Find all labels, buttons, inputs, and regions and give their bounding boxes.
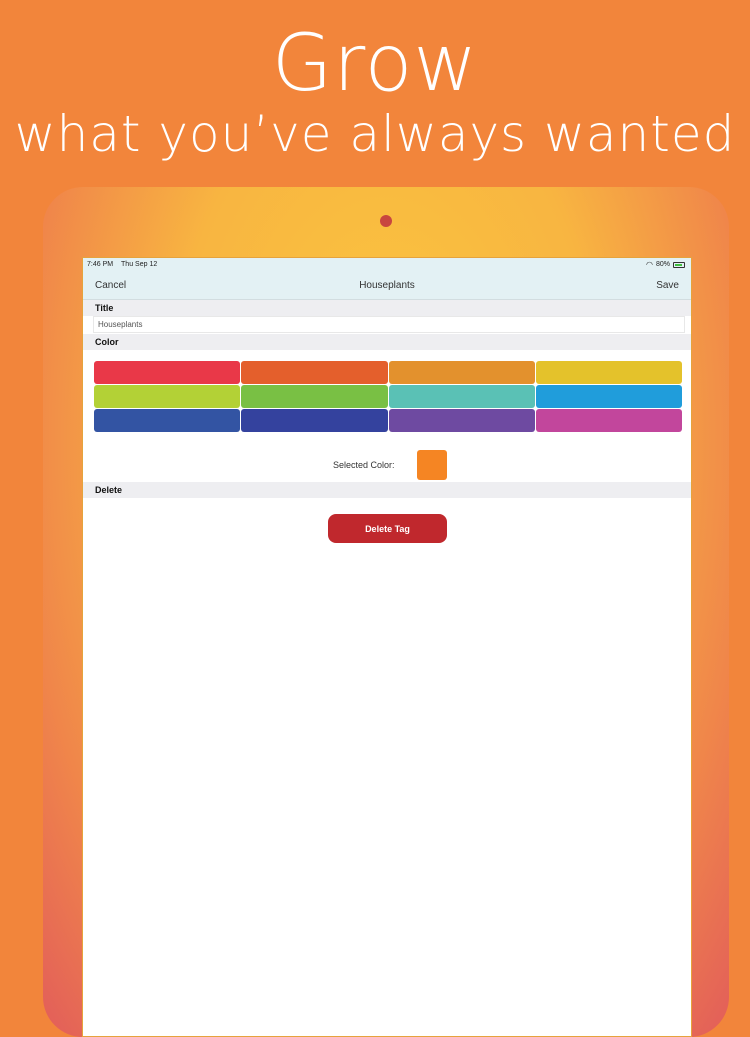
camera-dot [380,215,392,227]
battery-icon [673,261,685,268]
color-swatch[interactable] [535,361,682,384]
color-swatch[interactable] [535,385,682,408]
delete-tag-button[interactable]: Delete Tag [328,514,447,543]
promo-headline: Grow [271,19,479,109]
color-swatch[interactable] [94,385,241,408]
title-input[interactable] [93,316,685,333]
color-swatch[interactable] [94,409,241,432]
color-swatch[interactable] [94,361,241,384]
save-button[interactable]: Save [656,280,679,291]
navigation-bar: Cancel Houseplants Save [83,272,691,300]
color-picker-grid [94,361,682,432]
selected-color-swatch [417,450,447,480]
status-bar: 7:46 PM Thu Sep 12 ◠ 80% [83,258,691,272]
status-left: 7:46 PM Thu Sep 12 [87,261,157,268]
tablet-device-frame: 7:46 PM Thu Sep 12 ◠ 80% Cancel Housepla… [43,187,729,1037]
color-swatch[interactable] [388,385,535,408]
tablet-screen: 7:46 PM Thu Sep 12 ◠ 80% Cancel Housepla… [82,257,692,1037]
status-time: 7:46 PM [87,261,114,268]
promo-subheadline: what you’ve always wanted [14,105,736,163]
color-swatch[interactable] [241,409,388,432]
wifi-icon: ◠ [646,260,653,269]
nav-title: Houseplants [359,280,415,291]
section-header-delete: Delete [83,482,691,498]
selected-color-label: Selected Color: [333,460,395,470]
selected-color-row: Selected Color: [83,450,691,480]
section-header-color: Color [83,334,691,350]
color-swatch[interactable] [388,409,535,432]
status-date: Thu Sep 12 [121,261,158,268]
section-header-title: Title [83,300,691,316]
color-swatch[interactable] [388,361,535,384]
color-swatch[interactable] [241,361,388,384]
color-swatch[interactable] [535,409,682,432]
battery-percent: 80% [655,261,670,268]
color-swatch[interactable] [241,385,388,408]
status-right: ◠ 80% [646,260,685,269]
